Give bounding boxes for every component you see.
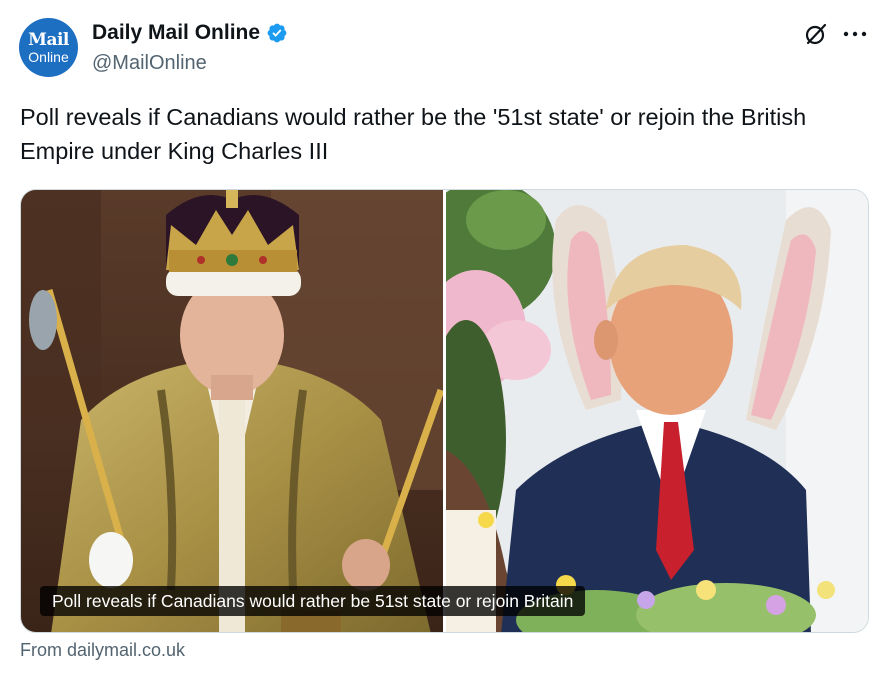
more-button[interactable]: [838, 18, 872, 50]
tweet-text: Poll reveals if Canadians would rather b…: [20, 104, 807, 164]
media-image-trump: [446, 190, 868, 632]
card-caption: Poll reveals if Canadians would rather b…: [40, 586, 586, 616]
avatar[interactable]: Mail Online: [19, 18, 78, 77]
avatar-logo-line2: Online: [28, 48, 69, 65]
more-icon: [843, 31, 867, 37]
grok-button[interactable]: [800, 18, 832, 50]
author-handle[interactable]: @MailOnline: [92, 52, 207, 75]
author-name-row: Daily Mail Online: [92, 21, 288, 45]
verified-badge-icon: [266, 22, 288, 44]
avatar-logo-line1: Mail: [28, 29, 69, 50]
grok-icon: [803, 21, 829, 47]
media-image-king: [21, 190, 443, 632]
link-card[interactable]: Poll reveals if Canadians would rather b…: [20, 189, 869, 633]
author-display-name[interactable]: Daily Mail Online: [92, 21, 260, 45]
card-source-link[interactable]: From dailymail.co.uk: [20, 640, 185, 661]
